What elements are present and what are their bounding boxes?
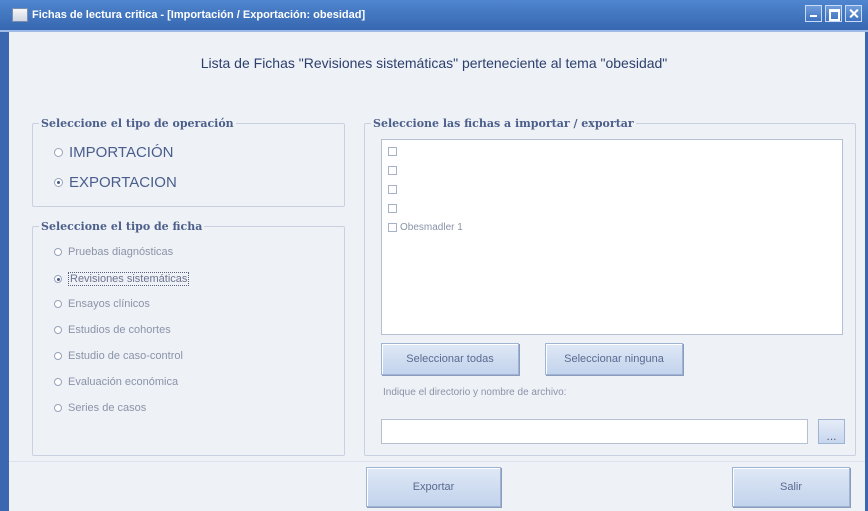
radio-revisiones-sistematicas[interactable]: Revisiones sistemáticas bbox=[54, 272, 190, 286]
radio-label: Revisiones sistemáticas bbox=[68, 272, 190, 286]
ficha-type-group: Seleccione el tipo de ficha Pruebas diag… bbox=[32, 220, 345, 456]
exit-button[interactable]: Salir bbox=[732, 467, 850, 507]
fichas-group-title: Seleccione las fichas a importar / expor… bbox=[371, 117, 636, 130]
list-item[interactable] bbox=[388, 166, 400, 175]
list-item-checkbox[interactable] bbox=[388, 166, 397, 175]
title-bar[interactable]: Fichas de lectura critica - [Importación… bbox=[0, 0, 868, 32]
export-button[interactable]: Exportar bbox=[366, 467, 501, 507]
radio-label: Ensayos clínicos bbox=[68, 298, 150, 310]
radio-importacion-dot[interactable] bbox=[54, 148, 63, 157]
radio-dot[interactable] bbox=[54, 404, 62, 412]
radio-dot[interactable] bbox=[54, 248, 62, 256]
radio-pruebas-diagnosticas[interactable]: Pruebas diagnósticas bbox=[54, 246, 173, 258]
maximize-icon[interactable] bbox=[825, 5, 842, 22]
ficha-type-group-title: Seleccione el tipo de ficha bbox=[39, 220, 205, 233]
footer-divider bbox=[9, 461, 865, 462]
browse-button[interactable]: ... bbox=[818, 419, 845, 444]
radio-dot[interactable] bbox=[54, 352, 62, 360]
radio-caso-control[interactable]: Estudio de caso-control bbox=[54, 350, 183, 362]
select-all-button[interactable]: Seleccionar todas bbox=[381, 343, 519, 375]
radio-exportacion[interactable]: EXPORTACION bbox=[54, 174, 177, 191]
list-item[interactable] bbox=[388, 185, 400, 194]
list-item[interactable] bbox=[388, 204, 400, 213]
radio-dot[interactable] bbox=[54, 326, 62, 334]
app-icon bbox=[12, 8, 28, 22]
radio-dot[interactable] bbox=[54, 378, 62, 386]
list-item-checkbox[interactable] bbox=[388, 223, 397, 232]
list-item-checkbox[interactable] bbox=[388, 204, 397, 213]
minimize-icon[interactable] bbox=[805, 5, 822, 22]
list-item[interactable] bbox=[388, 147, 400, 156]
window-title: Fichas de lectura critica - [Importación… bbox=[32, 9, 366, 21]
path-hint: Indique el directorio y nombre de archiv… bbox=[383, 387, 567, 398]
radio-label: Estudios de cohortes bbox=[68, 324, 171, 336]
page-heading: Lista de Fichas "Revisiones sistemáticas… bbox=[200, 55, 668, 71]
radio-exportacion-label: EXPORTACION bbox=[69, 174, 177, 191]
select-none-button[interactable]: Seleccionar ninguna bbox=[545, 343, 683, 375]
list-item-label: Obesmadler 1 bbox=[400, 222, 463, 233]
fichas-list[interactable]: Obesmadler 1 bbox=[381, 139, 843, 335]
list-item-checkbox[interactable] bbox=[388, 185, 397, 194]
radio-dot[interactable] bbox=[54, 300, 62, 308]
radio-dot[interactable] bbox=[54, 275, 62, 283]
radio-evaluacion-economica[interactable]: Evaluación económica bbox=[54, 376, 178, 388]
close-icon[interactable] bbox=[845, 5, 862, 22]
list-item-checkbox[interactable] bbox=[388, 147, 397, 156]
radio-ensayos-clinicos[interactable]: Ensayos clínicos bbox=[54, 298, 150, 310]
radio-importacion-label: IMPORTACIÓN bbox=[69, 144, 174, 161]
radio-label: Estudio de caso-control bbox=[68, 350, 183, 362]
radio-importacion[interactable]: IMPORTACIÓN bbox=[54, 144, 173, 161]
window-controls bbox=[805, 5, 862, 22]
radio-label: Pruebas diagnósticas bbox=[68, 246, 174, 258]
operation-group: Seleccione el tipo de operación IMPORTAC… bbox=[32, 117, 345, 207]
radio-series-casos[interactable]: Series de casos bbox=[54, 402, 146, 414]
radio-exportacion-dot[interactable] bbox=[54, 178, 63, 187]
radio-label: Evaluación económica bbox=[68, 376, 179, 388]
radio-estudios-cohortes[interactable]: Estudios de cohortes bbox=[54, 324, 171, 336]
radio-label: Series de casos bbox=[68, 402, 147, 414]
list-item[interactable]: Obesmadler 1 bbox=[388, 222, 463, 233]
file-path-input[interactable] bbox=[381, 419, 808, 444]
operation-group-title: Seleccione el tipo de operación bbox=[39, 117, 236, 130]
